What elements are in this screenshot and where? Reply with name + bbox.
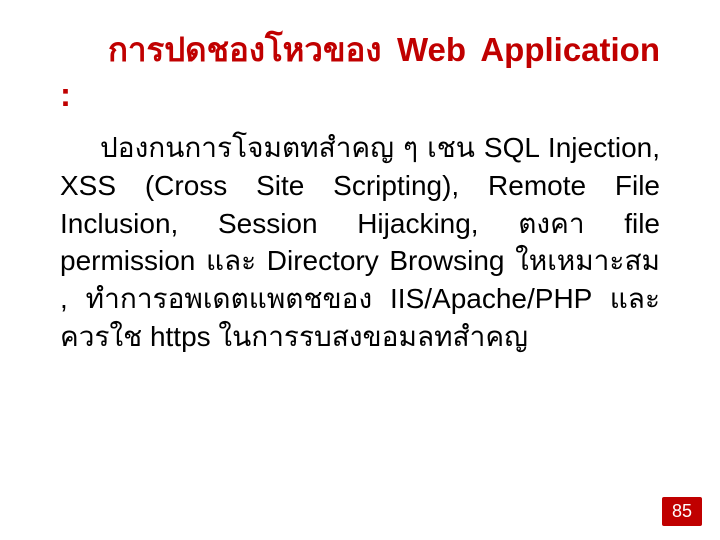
slide-title: การปดชองโหวของ Web Application : — [60, 28, 660, 117]
slide: การปดชองโหวของ Web Application : ปองกนกา… — [0, 0, 720, 540]
body-text: ปองกนการโจมตทสำคญ ๆ เชน SQL Injection, X… — [60, 132, 668, 352]
page-number: 85 — [662, 497, 702, 526]
title-text: การปดชองโหวของ Web Application : — [60, 31, 660, 113]
slide-body: ปองกนการโจมตทสำคญ ๆ เชน SQL Injection, X… — [60, 129, 660, 356]
